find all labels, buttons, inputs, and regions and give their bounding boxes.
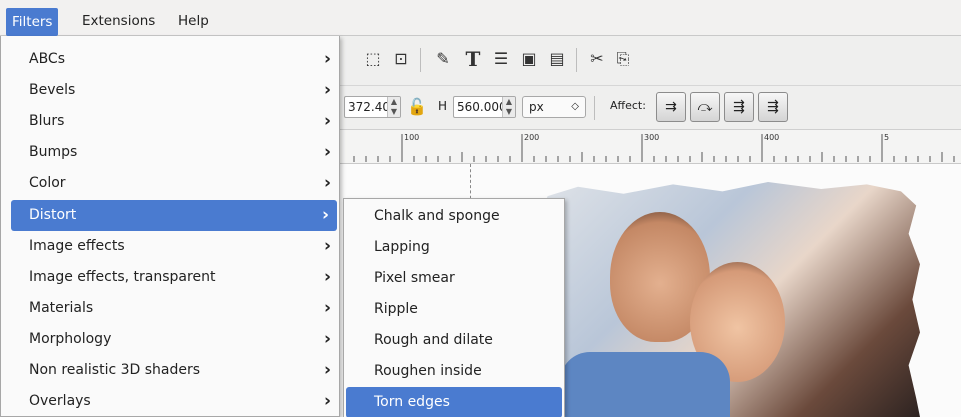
chevron-right-icon: › [321,205,329,225]
affect-patterns-button[interactable]: ⇶ [758,92,788,122]
menu-item-label: Bumps [29,144,78,160]
submenu-item-ripple[interactable]: Ripple [344,294,564,325]
menu-item-bevels[interactable]: Bevels › [1,75,339,106]
distort-submenu: Chalk and sponge Lapping Pixel smear Rip… [343,198,565,417]
submenu-item-label: Torn edges [374,394,450,410]
submenu-item-pixel-smear[interactable]: Pixel smear [344,263,564,294]
chevron-right-icon: › [323,298,331,318]
photo-shirt [560,352,730,417]
menu-item-overlays[interactable]: Overlays › [1,386,339,417]
filters-menu: ABCs › Bevels › Blurs › Bumps › Color › Disto… [0,36,340,417]
submenu-item-torn-edges[interactable]: Torn edges [346,387,562,417]
ruler-label: 5 [884,133,890,142]
menu-item-label: Image effects, transparent [29,269,216,285]
menu-item-label: Overlays [29,393,91,409]
toolbar-separator [420,48,421,72]
submenu-item-lapping[interactable]: Lapping [344,232,564,263]
height-label: H [438,99,448,113]
spin-arrows-icon[interactable]: ▲ ▼ [502,97,515,117]
submenu-item-label: Chalk and sponge [374,208,500,224]
width-spinbox[interactable]: 372.400 ▲ ▼ [344,96,401,118]
height-spinbox[interactable]: 560.000 ▲ ▼ [453,96,516,118]
submenu-item-label: Ripple [374,301,418,317]
chevron-right-icon: › [323,360,331,380]
menu-item-label: Non realistic 3D shaders [29,362,201,378]
text-font-icon[interactable]: T [462,48,484,70]
menu-item-label: Distort [29,207,77,223]
align-distribute-icon[interactable]: ▤ [546,48,568,70]
chevron-right-icon: › [323,329,331,349]
menu-item-label: Color [29,175,66,191]
chevron-right-icon: › [323,173,331,193]
menu-item-label: Blurs [29,113,65,129]
chevron-right-icon: › [323,142,331,162]
menu-item-morphology[interactable]: Morphology › [1,324,339,355]
unit-select[interactable]: px ◇ [522,96,586,118]
ruler-label: 300 [644,133,660,142]
menubar: Filters Extensions Help [0,0,961,36]
menu-item-label: Materials [29,300,94,316]
menu-item-materials[interactable]: Materials › [1,293,339,324]
select-arrows-icon: ◇ [571,101,579,112]
affect-gradients-button[interactable]: ⇶ [724,92,754,122]
menu-item-blurs[interactable]: Blurs › [1,106,339,137]
menu-item-distort[interactable]: Distort › [11,200,337,231]
lock-icon[interactable]: 🔓 [406,96,428,118]
chevron-right-icon: › [323,267,331,287]
menu-item-label: Morphology [29,331,112,347]
tool-controls-toolbar: 372.400 ▲ ▼ 🔓 H 560.000 ▲ ▼ px ◇ Affect: ⇉… [340,86,961,130]
chevron-right-icon: › [323,80,331,100]
preferences-icon[interactable]: ✂ [586,48,608,70]
document-properties-icon[interactable]: ⎘ [612,48,634,70]
menu-item-image-effects-transparent[interactable]: Image effects, transparent › [1,262,339,293]
menu-item-abcs[interactable]: ABCs › [1,44,339,75]
layers-icon[interactable]: ☰ [490,48,512,70]
menu-extensions[interactable]: Extensions [76,9,161,33]
menu-help[interactable]: Help [172,9,215,33]
chevron-right-icon: › [323,391,331,411]
unit-value: px [529,100,544,114]
toolbar-separator [594,96,595,120]
ruler-label: 400 [764,133,780,142]
xml-editor-icon[interactable]: ✎ [432,48,454,70]
zoom-drawing-icon[interactable]: ⊡ [390,48,412,70]
submenu-item-label: Rough and dilate [374,332,493,348]
chevron-right-icon: › [323,49,331,69]
ruler-label: 200 [524,133,540,142]
submenu-item-roughen-inside[interactable]: Roughen inside [344,356,564,387]
menu-item-label: Bevels [29,82,76,98]
toolbar-separator [576,48,577,72]
menu-filters[interactable]: Filters [6,8,59,36]
submenu-item-chalk-and-sponge[interactable]: Chalk and sponge [344,201,564,232]
object-properties-icon[interactable]: ▣ [518,48,540,70]
menu-item-non-realistic-3d-shaders[interactable]: Non realistic 3D shaders › [1,355,339,386]
affect-label: Affect: [610,99,646,112]
spin-arrows-icon[interactable]: ▲ ▼ [387,97,400,117]
height-value: 560.000 [457,100,507,114]
torn-edge-photo[interactable] [540,182,920,417]
menu-item-bumps[interactable]: Bumps › [1,137,339,168]
menu-item-color[interactable]: Color › [1,168,339,199]
menu-item-label: Image effects [29,238,125,254]
submenu-item-label: Pixel smear [374,270,455,286]
chevron-right-icon: › [323,236,331,256]
zoom-selection-icon[interactable]: ⬚ [362,48,384,70]
menu-item-label: ABCs [29,51,66,67]
submenu-item-rough-and-dilate[interactable]: Rough and dilate [344,325,564,356]
affect-stroke-width-button[interactable]: ⇉ [656,92,686,122]
affect-corners-button[interactable]: ⤼ [690,92,720,122]
submenu-item-label: Roughen inside [374,363,482,379]
ruler-label: 100 [404,133,420,142]
horizontal-ruler[interactable]: 100 200 300 400 5 [340,130,961,164]
chevron-right-icon: › [323,111,331,131]
menu-item-image-effects[interactable]: Image effects › [1,231,339,262]
submenu-item-label: Lapping [374,239,430,255]
commands-toolbar: ⬚ ⊡ ✎ T ☰ ▣ ▤ ✂ ⎘ [340,36,961,86]
